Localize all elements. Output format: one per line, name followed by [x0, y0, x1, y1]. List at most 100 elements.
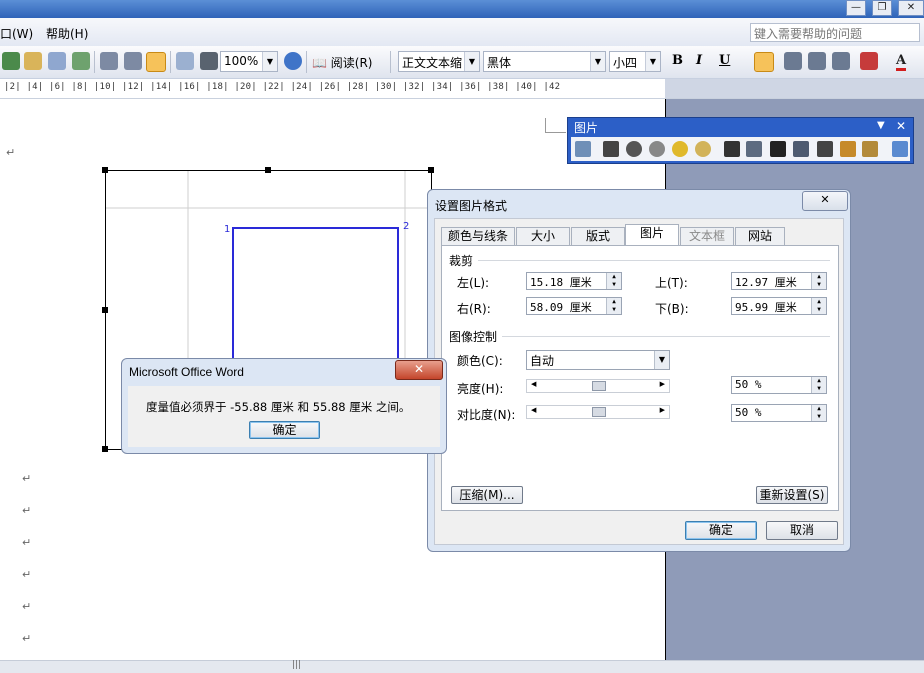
resize-handle[interactable]	[265, 167, 271, 173]
bold-button[interactable]: B	[672, 53, 683, 68]
columns-icon[interactable]	[100, 52, 118, 70]
more-contrast-icon[interactable]	[626, 141, 642, 157]
color-value: 自动	[530, 354, 555, 368]
spinner-icon[interactable]: ▲ ▼	[811, 377, 826, 393]
reset-button[interactable]: 重新设置(S)	[756, 486, 828, 504]
title-bar	[0, 0, 924, 18]
compress-button[interactable]: 压缩(M)...	[451, 486, 523, 504]
dialog-cancel-button[interactable]: 取消	[766, 521, 838, 540]
spinner-icon[interactable]: ▲ ▼	[606, 298, 621, 314]
minimize-button[interactable]: —	[846, 0, 866, 16]
spinner-icon[interactable]: ▲ ▼	[811, 273, 826, 289]
table-icon[interactable]	[48, 52, 66, 70]
style-select[interactable]: 正文文本缩 ▼	[398, 51, 480, 72]
chevron-down-icon: ▼	[645, 52, 660, 71]
highlight-icon[interactable]	[860, 52, 878, 70]
contrast-slider[interactable]: ◀ ▶	[526, 405, 670, 419]
message-close-button[interactable]: ✕	[395, 360, 443, 380]
font-select[interactable]: 黑体 ▼	[483, 51, 606, 72]
crop-right-field[interactable]: 58.09 厘米 ▲ ▼	[526, 297, 622, 315]
less-contrast-icon[interactable]	[649, 141, 665, 157]
paragraph-mark: ↵	[22, 600, 32, 613]
help-icon[interactable]	[284, 52, 302, 70]
chevron-down-icon[interactable]: ▼	[877, 120, 885, 131]
resize-handle[interactable]	[428, 167, 434, 173]
rotate-icon[interactable]	[746, 141, 762, 157]
ruler-ticks: |2| |4| |6| |8| |10| |12| |14| |16| |18|…	[4, 82, 561, 92]
decrease-indent-icon[interactable]	[832, 52, 850, 70]
show-hide-icon[interactable]	[200, 52, 218, 70]
crop-top-field[interactable]: 12.97 厘米 ▲ ▼	[731, 272, 827, 290]
color-icon[interactable]	[603, 141, 619, 157]
color-select[interactable]: 自动 ▼	[526, 350, 670, 370]
dialog-close-button[interactable]: ✕	[802, 191, 848, 211]
toolbar-separator	[390, 51, 391, 73]
thumbnails-icon[interactable]	[176, 52, 194, 70]
read-mode-button[interactable]: 📖 阅读(R)	[312, 54, 372, 71]
size-select[interactable]: 小四 ▼	[609, 51, 661, 72]
format-picture-icon[interactable]	[840, 141, 856, 157]
help-search-input[interactable]: 键入需要帮助的问题	[750, 23, 920, 42]
set-transparent-icon[interactable]	[862, 141, 878, 157]
menu-window[interactable]: 口(W)	[0, 25, 33, 42]
contrast-field[interactable]: 50 % ▲ ▼	[731, 404, 827, 422]
crop-top-value: 12.97 厘米	[735, 276, 797, 289]
spinner-icon[interactable]: ▲ ▼	[606, 273, 621, 289]
underline-button[interactable]: U	[719, 53, 730, 68]
message-ok-button[interactable]: 确定	[249, 421, 320, 439]
drawing-icon[interactable]	[124, 52, 142, 70]
slider-thumb[interactable]	[592, 381, 606, 391]
italic-button[interactable]: I	[696, 53, 702, 68]
text-wrap-icon[interactable]	[817, 141, 833, 157]
tab-web[interactable]: 网站	[735, 227, 785, 245]
align-justify-icon[interactable]	[754, 52, 774, 72]
tab-colors-lines[interactable]: 颜色与线条	[441, 227, 515, 245]
tab-size[interactable]: 大小	[516, 227, 570, 245]
more-brightness-icon[interactable]	[672, 141, 688, 157]
less-brightness-icon[interactable]	[695, 141, 711, 157]
line-style-icon[interactable]	[770, 141, 786, 157]
crop-bottom-field[interactable]: 95.99 厘米 ▲ ▼	[731, 297, 827, 315]
tab-picture[interactable]: 图片	[625, 224, 679, 246]
margin-corner	[545, 118, 566, 133]
corner-label: 1	[224, 224, 231, 235]
close-icon[interactable]: ✕	[896, 119, 906, 133]
insert-picture-icon[interactable]	[575, 141, 591, 157]
brightness-slider[interactable]: ◀ ▶	[526, 379, 670, 393]
research-icon[interactable]	[2, 52, 20, 70]
resize-handle[interactable]	[102, 446, 108, 452]
contrast-value: 50 %	[735, 406, 762, 419]
toolbar-separator	[170, 51, 171, 73]
numbering-icon[interactable]	[784, 52, 802, 70]
excel-icon[interactable]	[72, 52, 90, 70]
document-map-icon[interactable]	[146, 52, 166, 72]
font-color-button[interactable]: A	[896, 53, 907, 71]
horizontal-scrollbar[interactable]: |||	[0, 660, 924, 673]
brightness-label: 亮度(H):	[457, 382, 504, 396]
crop-icon[interactable]	[724, 141, 740, 157]
resize-handle[interactable]	[102, 167, 108, 173]
zoom-select[interactable]: 100% ▼	[220, 51, 278, 72]
tab-textbox[interactable]: 文本框	[680, 227, 734, 245]
font-value: 黑体	[487, 56, 512, 70]
arrow-left-icon: ◀	[531, 406, 537, 414]
brightness-field[interactable]: 50 % ▲ ▼	[731, 376, 827, 394]
size-value: 小四	[613, 56, 638, 70]
bullets-icon[interactable]	[808, 52, 826, 70]
close-window-button[interactable]: ✕	[898, 0, 924, 16]
reset-picture-icon[interactable]	[892, 141, 908, 157]
menu-help[interactable]: 帮助(H)	[46, 25, 88, 42]
read-mode-label: 阅读(R)	[330, 56, 373, 70]
spinner-icon[interactable]: ▲ ▼	[811, 405, 826, 421]
slider-thumb[interactable]	[592, 407, 606, 417]
dialog-ok-button[interactable]: 确定	[685, 521, 757, 540]
spinner-icon[interactable]: ▲ ▼	[811, 298, 826, 314]
restore-button[interactable]: ❐	[872, 0, 892, 16]
compress-icon[interactable]	[793, 141, 809, 157]
resize-handle[interactable]	[102, 307, 108, 313]
crop-left-field[interactable]: 15.18 厘米 ▲ ▼	[526, 272, 622, 290]
tab-layout[interactable]: 版式	[571, 227, 625, 245]
corner-label: 2	[403, 221, 410, 232]
format-painter-icon[interactable]	[24, 52, 42, 70]
arrow-right-icon: ▶	[659, 380, 665, 388]
